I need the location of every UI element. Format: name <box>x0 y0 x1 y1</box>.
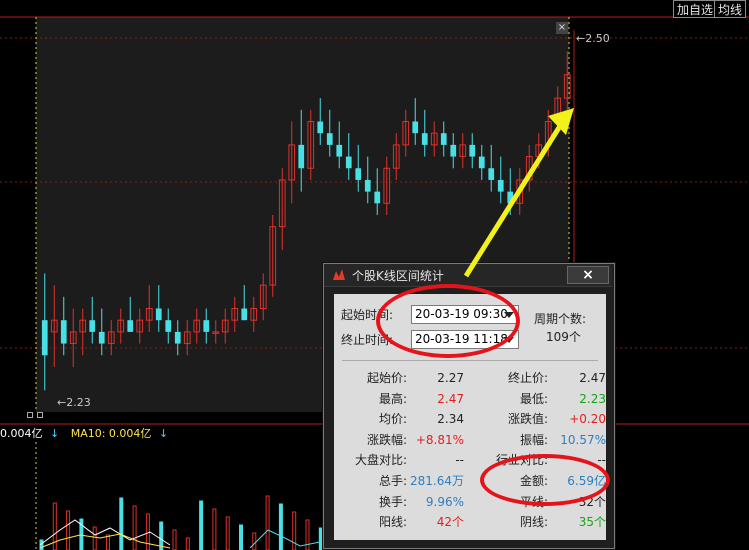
annotation-arrow <box>463 108 574 278</box>
